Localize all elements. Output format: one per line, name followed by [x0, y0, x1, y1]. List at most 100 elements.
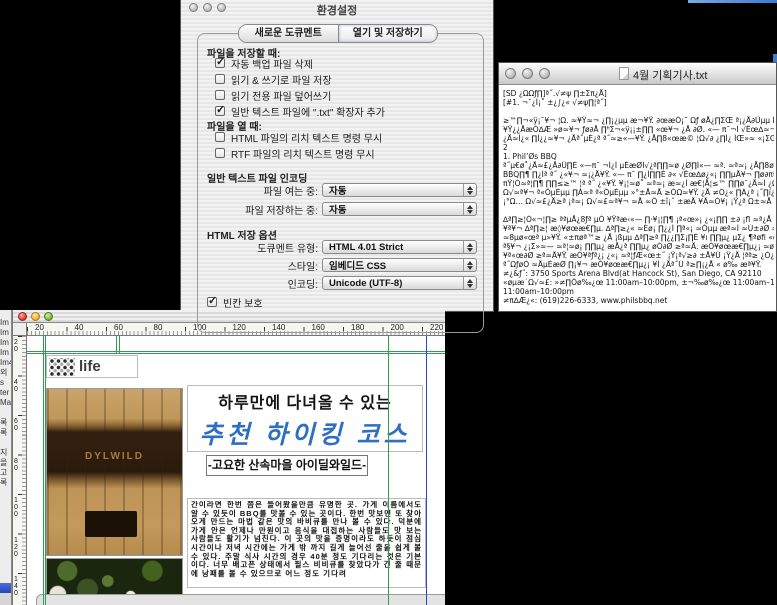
bottom-panel	[36, 594, 445, 605]
text-line: «øμæ˙Ω√≈£: »≠∏Ôø‰¿œ 11:00am–10:00pm, ±¬‰…	[503, 278, 774, 287]
popup-button[interactable]: 자동	[322, 183, 477, 197]
text-line: ª§¥¬ ¿¡Σ»≈— ≈ª¦≈ø¡ ∏∏μ¿ æÅ¿ª ∏∏μ¿ øÒ∂Ø ≥…	[503, 242, 774, 251]
window-title: 4월 기획기사.txt	[633, 67, 707, 83]
prefs-tab-bar: 새로운 도큐멘트 열기 및 저장하기	[238, 24, 438, 43]
checkbox-label: 빈칸 보호	[223, 295, 263, 310]
text-line: πŸ¦Ó≈ª¦∏¶ ∏∏≤≥™ ¦ª ª˝ ¿«¥Ÿ. ¥¡¦≈ø˚ ≈ª≈¡ …	[503, 179, 774, 188]
checkbox-row[interactable]: 읽기 & 쓰기로 파일 저장	[215, 73, 385, 85]
popup-label: 스타일:	[206, 258, 318, 273]
text-file-window: 4월 기획기사.txt [SD ¿ΩΩƒ∏]ª˝.√≠ψ ∏±Σπ¿Å] [#1…	[498, 62, 777, 312]
text-line: ª˝μ€ø˚¿Å≈£¿Å∂Û∏É «—π¯ ¬Ì¿Í μÉæØÍ√¿ª∏∏≈ø …	[503, 161, 774, 170]
checkbox-row[interactable]: 읽기 전용 파일 덮어쓰기	[215, 89, 385, 101]
ruler-number: 40	[14, 379, 20, 419]
popup-value: Unicode (UTF-8)	[323, 278, 463, 289]
ruler-corner	[13, 323, 27, 336]
preferences-window: 환경설정 새로운 도큐멘트 열기 및 저장하기 파일을 저장할 때: ✓ 자동 …	[180, 0, 494, 312]
minimize-button[interactable]	[522, 68, 533, 79]
popup-value: 자동	[323, 202, 463, 216]
checkbox-row[interactable]: ✓ 빈칸 보호	[207, 296, 263, 308]
text-line: [#1. ¬˘¿Í¡˚ ±¿∫¿« √≠ψ∏¦ª˝]	[503, 98, 774, 107]
checkbox[interactable]	[215, 74, 225, 84]
ruler-number: 80	[14, 458, 20, 498]
text-line: ¿Å≈Ì¿« ∏Ì¿¿≈¥¬ ¿Åª˝μÉ¿ª ª˝≈≥«—¥Ÿ. ¿Å∏8«œ…	[503, 134, 774, 143]
guide-vertical-short	[119, 336, 120, 353]
popup-row: 파일 여는 중: 자동	[206, 183, 477, 197]
popup-button[interactable]: HTML 4.01 Strict	[322, 240, 477, 254]
checkbox[interactable]: ✓	[215, 58, 225, 68]
checkbox-row[interactable]: RTF 파일의 리치 텍스트 명령 무시	[215, 147, 382, 159]
protect-blank-row: ✓ 빈칸 보호	[207, 296, 263, 312]
checkbox[interactable]: ✓	[215, 106, 225, 116]
photo-wood-carving[interactable]: DYLWILD	[46, 388, 183, 556]
margin-guide-horizontal	[27, 351, 445, 352]
vertical-ruler: 20406080100120140	[13, 336, 27, 605]
window-title: 환경설정	[181, 2, 493, 18]
body-text-frame[interactable]: 간이라면 한번 쯤은 들어봤을만큼 유명한 곳. 가게 이름에서도 알 수 있듯…	[187, 498, 426, 588]
preferences-titlebar[interactable]: 환경설정	[181, 0, 493, 17]
checkbox-row[interactable]: ✓ 일반 텍스트 파일에 ".txt" 확장자 추가	[215, 105, 385, 117]
text-line: ≈8μø«œª μ»¥Ÿ. «±πøª™≥ ¿Å ¡ßμμ ∆ª∏≥ª ∏¿¿∏…	[503, 233, 774, 242]
text-line	[503, 305, 774, 311]
logo-frame[interactable]: life	[46, 355, 138, 378]
ruler-number: 140	[14, 576, 20, 605]
text-editor-area[interactable]: [SD ¿ΩΩƒ∏]ª˝.√≠ψ ∏±Σπ¿Å] [#1. ¬˘¿Í¡˚ ±¿∫…	[499, 85, 776, 311]
subhead-frame[interactable]: -고요한 산속마을 아이딜와일드-	[206, 455, 368, 476]
text-line: ¡°Ω… Ω√≈£¿Å≥ª ¡ª≈¡ Ω√≈£≈ª¥¬ ≈Å ∞Ô ±î¡ˆ ±…	[503, 197, 774, 206]
popup-row: 파일 저장하는 중: 자동	[206, 202, 477, 216]
zoom-button[interactable]	[44, 312, 53, 321]
popup-button[interactable]: 임베디드 CSS	[322, 258, 477, 272]
palette-gray-base	[0, 593, 12, 605]
checkbox-row[interactable]: ✓ 자동 백업 파일 삭제	[215, 57, 385, 69]
text-line	[503, 107, 774, 116]
encoding-popup-list: 파일 여는 중: 자동 파일 저장하는 중: 자동	[206, 183, 477, 221]
checkbox[interactable]	[215, 90, 225, 100]
minimize-button[interactable]	[31, 312, 40, 321]
checkbox[interactable]: ✓	[207, 297, 217, 307]
checkbox[interactable]	[215, 148, 225, 158]
text-line	[503, 206, 774, 215]
headline-line1: 하루만에 다녀올 수 있는	[188, 389, 422, 413]
page-edge-guide	[426, 336, 427, 605]
close-button[interactable]	[505, 68, 516, 79]
checkbox-label: 읽기 & 쓰기로 파일 저장	[231, 72, 332, 87]
popup-button[interactable]: 자동	[322, 202, 477, 216]
popup-arrows-icon	[463, 241, 476, 253]
zoom-button[interactable]	[539, 68, 550, 79]
popup-value: HTML 4.01 Strict	[323, 242, 463, 253]
text-window-titlebar[interactable]: 4월 기획기사.txt	[499, 63, 776, 85]
headline-line2: 추천 하이킹 코스	[188, 415, 422, 451]
ruler-number: 100	[14, 497, 20, 537]
popup-value: 임베디드 CSS	[323, 258, 463, 272]
ruler-number: 60	[114, 323, 154, 332]
popup-button[interactable]: Unicode (UTF-8)	[322, 276, 477, 290]
margin-guide-vertical-right	[388, 336, 389, 605]
checkbox-label: RTF 파일의 리치 텍스트 명령 무시	[231, 146, 375, 161]
checkbox-label: 자동 백업 파일 삭제	[231, 56, 313, 71]
popup-row: 인코딩: Unicode (UTF-8)	[206, 276, 477, 290]
text-line: ≥™∏¬«ÿ¡˘¥¬ ¦Ω. ≈¥Ÿ≈¬ ¿∏¡¿μμ æ¬¥Ÿ. ∂œæÓ¡˜…	[503, 116, 774, 125]
desktop: 환경설정 새로운 도큐멘트 열기 및 저장하기 파일을 저장할 때: ✓ 자동 …	[0, 0, 777, 605]
text-line: ¥ª¥¬ ∆ª∏≥¦ æ◊¥øœæ€∏μ. ∆ª∏≥¿« ≈Éø¡ ∏¿¿Í ∏…	[503, 224, 774, 233]
carved-word: DYLWILD	[47, 451, 182, 462]
popup-label: 인코딩:	[206, 276, 318, 291]
tab-open-and-save[interactable]: 열기 및 저장하기	[338, 25, 438, 42]
margin-guide-horizontal	[27, 353, 445, 354]
palette-text-fragments: Im Im Im Im Im4 외 s ter Ma 록 록 지 을 고 록	[0, 318, 12, 488]
guide-vertical-short	[116, 336, 117, 353]
background-window-edge-top	[688, 0, 777, 3]
ruler-number: 80	[154, 323, 194, 332]
document-icon	[619, 67, 629, 80]
checkbox-label: HTML 파일의 리치 텍스트 명령 무시	[231, 130, 382, 145]
text-line: ≠π∆Æ¿«: (619)226-6333, www.philsbbq.net	[503, 296, 774, 305]
save-options-list: ✓ 자동 백업 파일 삭제 읽기 & 쓰기로 파일 저장 읽기 전용 파일 덮어…	[215, 57, 385, 121]
background-palette-strip: Im Im Im Im Im4 외 s ter Ma 록 록 지 을 고 록	[0, 310, 12, 605]
popup-label: 파일 여는 중:	[206, 183, 318, 198]
checkbox-row[interactable]: HTML 파일의 리치 텍스트 명령 무시	[215, 131, 382, 143]
close-button[interactable]	[18, 312, 27, 321]
ruler-number: 40	[75, 323, 115, 332]
tab-new-document[interactable]: 새로운 도큐멘트	[239, 25, 338, 42]
popup-arrows-icon	[463, 203, 476, 215]
checkbox[interactable]	[215, 132, 225, 142]
popup-row: 도큐멘트 유형: HTML 4.01 Strict	[206, 240, 477, 254]
page-canvas[interactable]: life DYLWILD 하루만에 다녀올 수 있는 추천 하이킹 코스 -고요…	[27, 336, 445, 605]
